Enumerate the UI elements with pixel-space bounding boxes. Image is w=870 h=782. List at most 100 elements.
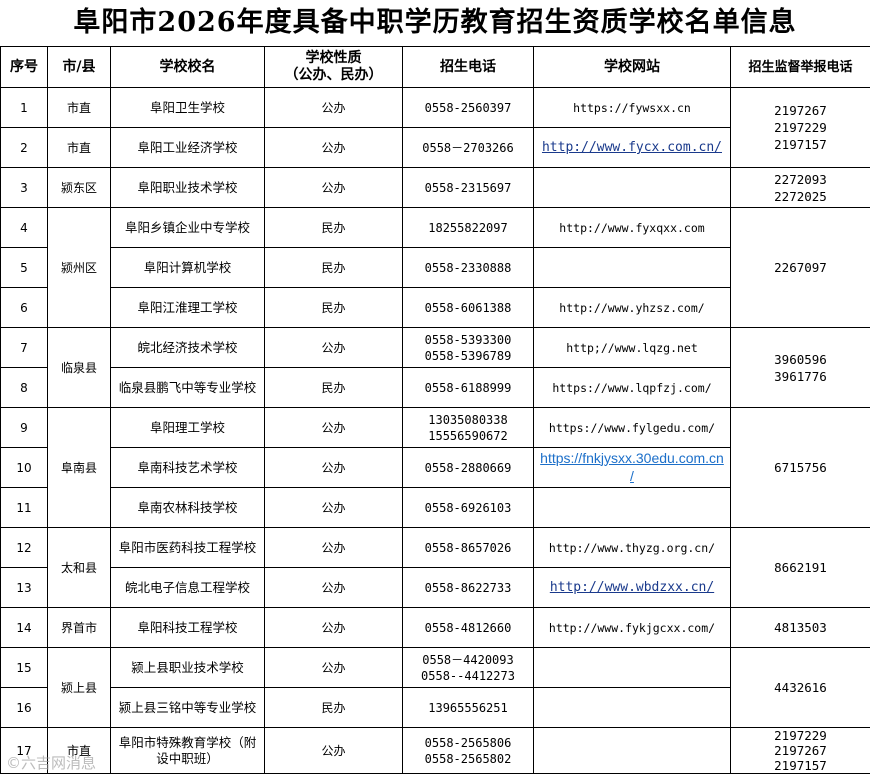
header-row: 序号 市/县 学校校名 学校性质 （公办、民办） 招生电话 学校网站 招生监督举报… bbox=[0, 46, 870, 88]
nature-cell: 公办 bbox=[264, 327, 403, 368]
header-report: 招生监督举报电话 bbox=[730, 46, 870, 88]
phone-cell: 0558-4812660 bbox=[402, 607, 534, 648]
school-cell: 阜南农林科技学校 bbox=[110, 487, 265, 528]
seq-cell: 5 bbox=[0, 247, 48, 288]
nature-cell: 公办 bbox=[264, 407, 403, 448]
seq-cell: 12 bbox=[0, 527, 48, 568]
website-cell: https://fnkjysxx.30edu.com.cn / bbox=[533, 447, 731, 488]
seq-cell: 14 bbox=[0, 607, 48, 648]
table-row: 15 颍上县 颍上县职业技术学校 公办 0558－4420093 0558--4… bbox=[0, 647, 870, 728]
city-cell: 市直 bbox=[47, 87, 111, 128]
report-phone: 3961776 bbox=[774, 368, 827, 384]
school-cell: 阜南科技艺术学校 bbox=[110, 447, 265, 488]
school-cell: 阜阳科技工程学校 bbox=[110, 607, 265, 648]
table-row: 17 市直 阜阳市特殊教育学校（附 设中职班） 公办 0558-2565806 … bbox=[0, 727, 870, 774]
report-phone: 2272025 bbox=[774, 188, 827, 204]
nature-cell: 公办 bbox=[264, 127, 403, 168]
phone-cell: 0558-2565806 0558-2565802 bbox=[402, 727, 534, 774]
nature-cell: 民办 bbox=[264, 247, 403, 288]
nature-cell: 民办 bbox=[264, 207, 403, 248]
website-cell: https://www.fylgedu.com/ bbox=[533, 407, 731, 448]
website-cell: http://www.yhzsz.com/ bbox=[533, 287, 731, 328]
website-link[interactable]: https://fnkjysxx.30edu.com.cn / bbox=[540, 450, 724, 484]
school-cell: 颍上县三铭中等专业学校 bbox=[110, 687, 265, 728]
phone-cell: 13965556251 bbox=[402, 687, 534, 728]
header-nature: 学校性质 （公办、民办） bbox=[264, 46, 403, 88]
school-cell: 阜阳职业技术学校 bbox=[110, 167, 265, 208]
seq-cell: 7 bbox=[0, 327, 48, 368]
table-row: 14 界首市 阜阳科技工程学校 公办 0558-4812660 http://w… bbox=[0, 607, 870, 648]
phone-line: 0558-2565806 bbox=[424, 735, 512, 750]
report-phone: 4813503 bbox=[774, 620, 827, 635]
website-link[interactable]: http://www.fycx.com.cn/ bbox=[542, 140, 722, 155]
phone-line: 15556590672 bbox=[428, 428, 508, 443]
phone-cell: 18255822097 bbox=[402, 207, 534, 248]
website-cell: http://www.fycx.com.cn/ bbox=[533, 127, 731, 168]
nature-cell: 民办 bbox=[264, 367, 403, 408]
seq-cell: 13 bbox=[0, 567, 48, 608]
report-phone-cell: 8662191 bbox=[730, 527, 870, 608]
seq-cell: 4 bbox=[0, 207, 48, 248]
report-phone-cell: 6715756 bbox=[730, 407, 870, 528]
phone-cell: 0558-6926103 bbox=[402, 487, 534, 528]
report-phone: 2197267 bbox=[774, 103, 827, 118]
report-phone: 2197267 bbox=[774, 743, 827, 758]
phone-cell: 0558－4420093 0558--4412273 bbox=[402, 647, 534, 688]
header-nature-line1: 学校性质 bbox=[305, 50, 362, 66]
nature-cell: 公办 bbox=[264, 647, 403, 688]
seq-cell: 3 bbox=[0, 167, 48, 208]
phone-cell: 0558-2560397 bbox=[402, 87, 534, 128]
nature-cell: 公办 bbox=[264, 87, 403, 128]
phone-line: 13035080338 bbox=[428, 412, 508, 427]
city-cell: 临泉县 bbox=[47, 327, 111, 408]
phone-cell: 0558-6061388 bbox=[402, 287, 534, 328]
website-link[interactable]: http://www.wbdzxx.cn/ bbox=[550, 580, 714, 595]
report-phone: 2272093 bbox=[774, 171, 827, 187]
school-cell: 阜阳江淮理工学校 bbox=[110, 287, 265, 328]
website-cell bbox=[533, 247, 731, 288]
report-phone-cell: 2197267 2197229 2197157 bbox=[730, 87, 870, 168]
seq-cell: 16 bbox=[0, 687, 48, 728]
city-cell: 颍上县 bbox=[47, 647, 111, 728]
website-cell bbox=[533, 647, 731, 688]
seq-cell: 10 bbox=[0, 447, 48, 488]
seq-cell: 15 bbox=[0, 647, 48, 688]
seq-cell: 1 bbox=[0, 87, 48, 128]
city-cell: 市直 bbox=[47, 127, 111, 168]
report-phone: 8662191 bbox=[774, 560, 827, 575]
report-phone: 2197157 bbox=[774, 137, 827, 152]
seq-cell: 6 bbox=[0, 287, 48, 328]
nature-cell: 公办 bbox=[264, 607, 403, 648]
phone-cell: 0558-2315697 bbox=[402, 167, 534, 208]
phone-cell: 0558-2880669 bbox=[402, 447, 534, 488]
website-cell bbox=[533, 487, 731, 528]
phone-line: 0558-5396789 bbox=[424, 348, 512, 363]
table-row: 3 颍东区 阜阳职业技术学校 公办 0558-2315697 2272093 2… bbox=[0, 167, 870, 208]
website-link-line: https://fnkjysxx.30edu.com.cn bbox=[540, 449, 724, 466]
report-phone: 3960596 bbox=[774, 351, 827, 367]
phone-line: 0558-5393300 bbox=[424, 332, 512, 347]
school-cell: 临泉县鹏飞中等专业学校 bbox=[110, 367, 265, 408]
nature-cell: 公办 bbox=[264, 487, 403, 528]
watermark: ©六吉网消息 bbox=[6, 754, 97, 772]
report-phone-cell: 3960596 3961776 bbox=[730, 327, 870, 408]
phone-cell: 0558-5393300 0558-5396789 bbox=[402, 327, 534, 368]
nature-cell: 民办 bbox=[264, 687, 403, 728]
phone-line: 0558－4420093 bbox=[422, 652, 514, 667]
school-cell: 皖北电子信息工程学校 bbox=[110, 567, 265, 608]
report-phone: 2267097 bbox=[774, 260, 827, 275]
school-cell: 阜阳工业经济学校 bbox=[110, 127, 265, 168]
city-cell: 太和县 bbox=[47, 527, 111, 608]
seq-cell: 2 bbox=[0, 127, 48, 168]
website-cell: http://www.wbdzxx.cn/ bbox=[533, 567, 731, 608]
school-cell: 阜阳乡镇企业中专学校 bbox=[110, 207, 265, 248]
seq-cell: 9 bbox=[0, 407, 48, 448]
phone-line: 0558-2565802 bbox=[424, 751, 512, 766]
website-cell bbox=[533, 167, 731, 208]
table-row: 4 颍州区 阜阳乡镇企业中专学校 民办 18255822097 http://w… bbox=[0, 207, 870, 328]
school-cell: 皖北经济技术学校 bbox=[110, 327, 265, 368]
city-cell: 颍州区 bbox=[47, 207, 111, 328]
nature-cell: 公办 bbox=[264, 727, 403, 774]
website-cell: http://www.fykjgcxx.com/ bbox=[533, 607, 731, 648]
table-row: 12 太和县 阜阳市医药科技工程学校 公办 0558-8657026 http:… bbox=[0, 527, 870, 608]
